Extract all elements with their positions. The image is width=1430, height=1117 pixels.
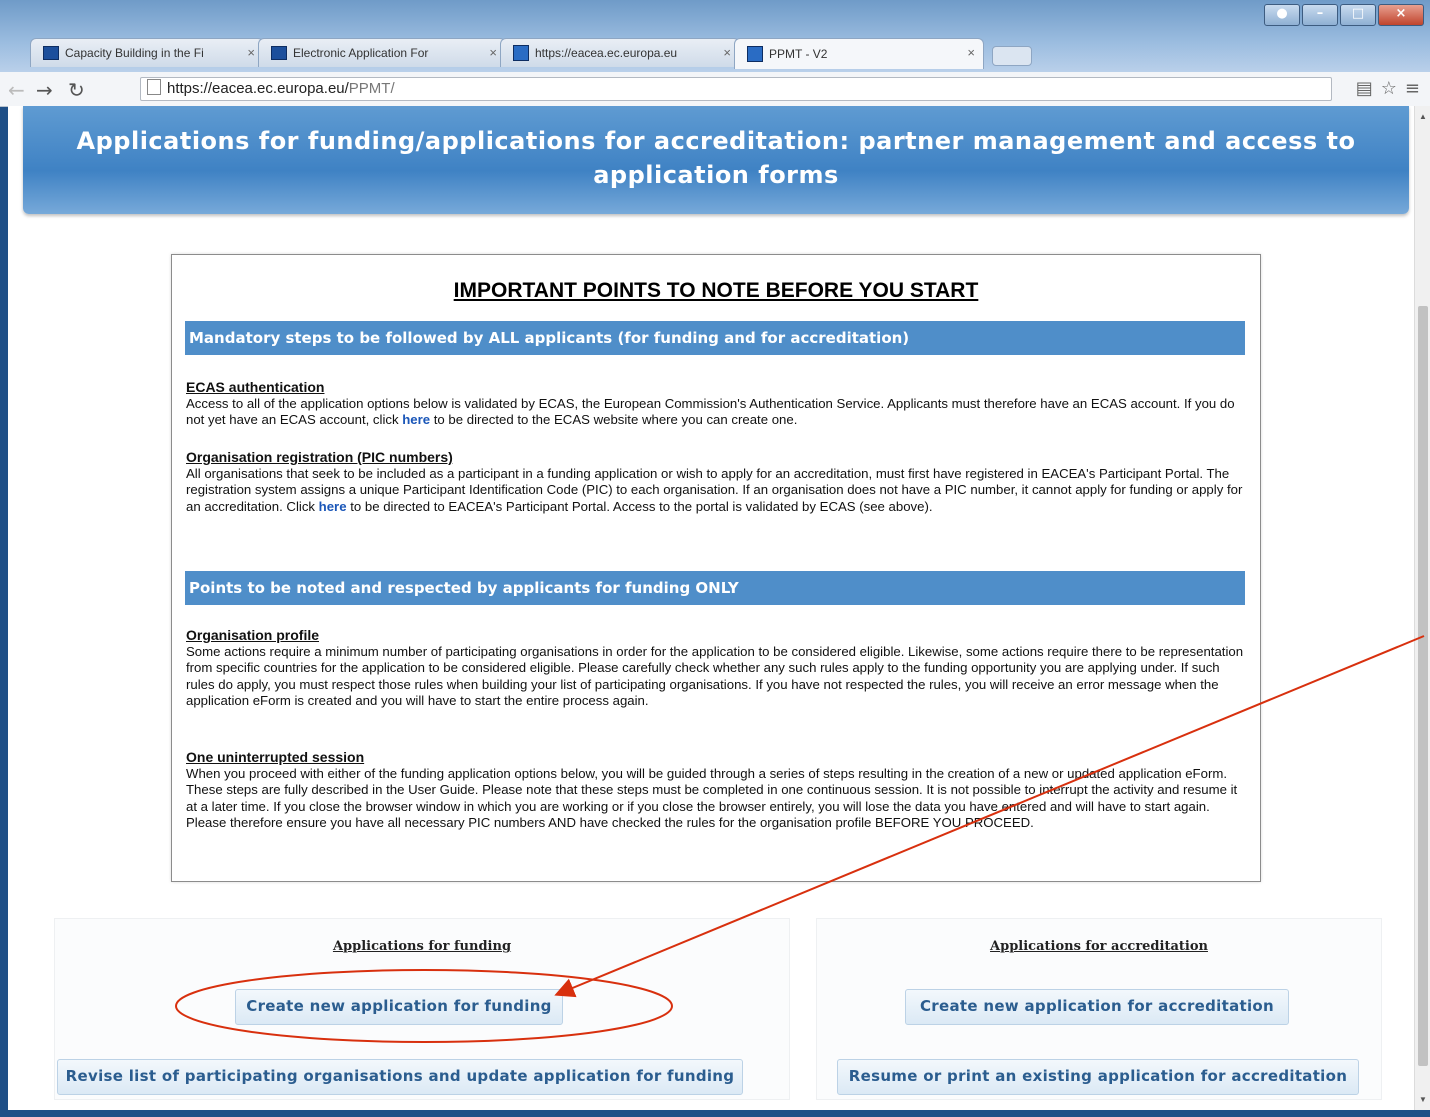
maximize-button[interactable]: □	[1340, 4, 1376, 26]
menu-icon[interactable]: ≡	[1405, 78, 1420, 99]
tab-label: Capacity Building in the Fi	[65, 46, 204, 60]
close-tab-icon[interactable]: ×	[723, 45, 731, 60]
profile-heading: Organisation profile	[186, 627, 320, 643]
window-controls: ● – □ ×	[1264, 4, 1424, 26]
session-paragraph: One uninterrupted session When you proce…	[186, 749, 1248, 832]
toolbar-icons: ▤ ☆ ≡	[1356, 78, 1420, 99]
session-text: When you proceed with either of the fund…	[186, 765, 1238, 831]
scroll-down-icon[interactable]: ▼	[1419, 1095, 1427, 1104]
eu-flag-icon	[43, 46, 59, 60]
pic-paragraph: Organisation registration (PIC numbers) …	[186, 449, 1248, 515]
tab-label: PPMT - V2	[769, 47, 828, 61]
forward-arrow-icon[interactable]: →	[36, 78, 53, 102]
notes-heading: IMPORTANT POINTS TO NOTE BEFORE YOU STAR…	[453, 279, 979, 302]
accreditation-panel: Applications for accreditation Create ne…	[816, 918, 1382, 1100]
tab-label: https://eacea.ec.europa.eu	[535, 46, 678, 60]
ecas-text-end: to be directed to the ECAS website where…	[430, 412, 798, 427]
window-frame-bottom	[0, 1110, 1430, 1117]
funding-panel: Applications for funding Create new appl…	[54, 918, 790, 1100]
resume-accreditation-button[interactable]: Resume or print an existing application …	[837, 1059, 1359, 1095]
page-icon	[147, 79, 161, 95]
create-accreditation-application-button[interactable]: Create new application for accreditation	[905, 989, 1289, 1025]
ecas-paragraph: ECAS authentication Access to all of the…	[186, 379, 1248, 429]
new-tab-button[interactable]	[992, 46, 1032, 66]
funding-panel-title: Applications for funding	[332, 939, 512, 954]
page-header: Applications for funding/applications fo…	[23, 106, 1409, 214]
profile-paragraph: Organisation profile Some actions requir…	[186, 627, 1248, 710]
user-icon[interactable]: ●	[1264, 4, 1300, 26]
revise-participants-button[interactable]: Revise list of participating organisatio…	[57, 1059, 743, 1095]
pic-heading: Organisation registration (PIC numbers)	[186, 449, 453, 465]
minimize-button[interactable]: –	[1302, 4, 1338, 26]
create-funding-application-button[interactable]: Create new application for funding	[235, 989, 563, 1025]
page-icon	[747, 46, 763, 62]
bookmark-star-icon[interactable]: ☆	[1381, 78, 1397, 99]
scroll-up-icon[interactable]: ▲	[1419, 112, 1427, 121]
browser-tab-ppmt[interactable]: PPMT - V2 ×	[734, 38, 984, 69]
session-heading: One uninterrupted session	[186, 749, 365, 765]
vertical-scrollbar[interactable]: ▲ ▼	[1414, 106, 1430, 1110]
page-icon	[513, 45, 529, 61]
translate-icon[interactable]: ▤	[1356, 78, 1373, 99]
browser-tab-capacity[interactable]: Capacity Building in the Fi ×	[30, 38, 264, 67]
close-tab-icon[interactable]: ×	[489, 45, 497, 60]
browser-tab-eacea[interactable]: https://eacea.ec.europa.eu ×	[500, 38, 740, 67]
address-bar[interactable]: https://eacea.ec.europa.eu/PPMT/	[140, 77, 1332, 101]
close-tab-icon[interactable]: ×	[967, 45, 975, 60]
tab-label: Electronic Application For	[293, 46, 429, 60]
ecas-here-link[interactable]: here	[402, 412, 430, 427]
back-arrow-icon[interactable]: ←	[8, 78, 25, 102]
tab-strip: Capacity Building in the Fi × Electronic…	[30, 38, 1032, 69]
browser-toolbar: ← → ↻ https://eacea.ec.europa.eu/PPMT/ ▤…	[0, 72, 1430, 107]
reload-icon[interactable]: ↻	[68, 78, 85, 102]
pic-text-end: to be directed to EACEA's Participant Po…	[346, 498, 933, 514]
url-path: PPMT/	[348, 80, 395, 97]
eu-flag-icon	[271, 46, 287, 60]
page-viewport: Applications for funding/applications fo…	[8, 106, 1414, 1110]
ecas-heading: ECAS authentication	[186, 379, 325, 395]
page-title: Applications for funding/applications fo…	[76, 127, 1356, 189]
close-tab-icon[interactable]: ×	[247, 45, 255, 60]
portal-here-link[interactable]: here	[319, 499, 347, 514]
accreditation-panel-title: Applications for accreditation	[990, 939, 1208, 954]
window-titlebar: ● – □ × Capacity Building in the Fi × El…	[0, 0, 1430, 72]
important-notes-box: IMPORTANT POINTS TO NOTE BEFORE YOU STAR…	[171, 254, 1261, 882]
scrollbar-thumb[interactable]	[1418, 306, 1428, 1066]
profile-text: Some actions require a minimum number of…	[186, 643, 1244, 709]
browser-tab-eform[interactable]: Electronic Application For ×	[258, 38, 506, 67]
url-host: https://eacea.ec.europa.eu/	[167, 80, 349, 97]
section-bar-funding-only: Points to be noted and respected by appl…	[185, 571, 1245, 605]
section-bar-mandatory: Mandatory steps to be followed by ALL ap…	[185, 321, 1245, 355]
close-window-button[interactable]: ×	[1378, 4, 1424, 26]
